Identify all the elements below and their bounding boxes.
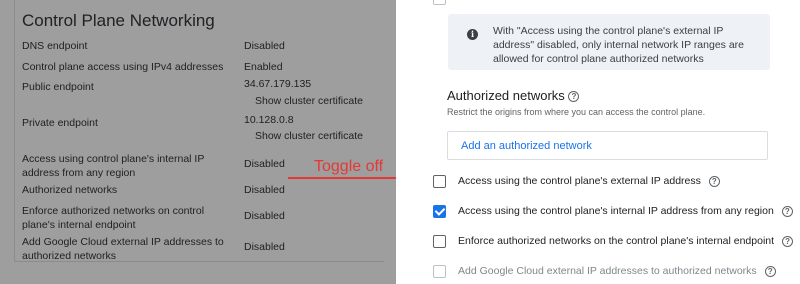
enforce-networks-value: Disabled — [244, 210, 285, 222]
enforce-networks-checkbox-row[interactable]: Enforce authorized networks on the contr… — [433, 233, 794, 249]
section-title: Control Plane Networking — [22, 11, 215, 30]
public-endpoint-label: Public endpoint — [22, 81, 94, 93]
external-ip-checkbox-label: Access using the control plane's externa… — [458, 175, 701, 187]
add-authorized-network-button[interactable]: Add an authorized network — [447, 131, 768, 160]
info-banner-text: With "Access using the control plane's e… — [493, 25, 745, 65]
show-certificate-link[interactable]: Show cluster certificate — [255, 130, 363, 142]
gcp-ip-checkbox-label: Add Google Cloud external IP addresses t… — [458, 265, 757, 277]
ipv4-access-label: Control plane access using IPv4 addresse… — [22, 61, 224, 73]
show-certificate-link[interactable]: Show cluster certificate — [255, 95, 363, 107]
private-endpoint-value: 10.128.0.8 — [244, 114, 294, 126]
gcp-ip-checkbox — [433, 264, 446, 278]
gcp-ip-label: Add Google Cloud external IP addresses t… — [22, 236, 224, 262]
help-icon[interactable]: ? — [708, 175, 720, 187]
authorized-networks-title: Authorized networks — [447, 88, 565, 103]
enforce-networks-checkbox-label: Enforce authorized networks on the contr… — [458, 235, 775, 247]
help-icon[interactable]: ? — [568, 91, 580, 103]
help-icon[interactable]: ? — [764, 265, 776, 277]
add-authorized-network-label: Add an authorized network — [461, 140, 592, 152]
gcp-ip-value: Disabled — [244, 241, 285, 253]
external-ip-checkbox[interactable] — [433, 174, 446, 188]
authorized-networks-label: Authorized networks — [22, 184, 118, 196]
dns-endpoint-value: Disabled — [244, 40, 285, 52]
gcp-ip-checkbox-row: Add Google Cloud external IP addresses t… — [433, 263, 776, 279]
info-icon: i — [467, 29, 478, 40]
networking-settings-panel: i With "Access using the control plane's… — [396, 0, 800, 284]
internal-ip-checkbox-label: Access using the control plane's interna… — [458, 205, 774, 217]
ipv4-access-value: Enabled — [244, 61, 283, 73]
internal-ip-access-label: Access using control plane's internal IP… — [22, 153, 205, 179]
enforce-networks-label: Enforce authorized networks on control p… — [22, 205, 205, 231]
authorized-networks-value: Disabled — [244, 184, 285, 196]
help-icon[interactable]: ? — [782, 235, 794, 247]
authorized-networks-heading: Authorized networks ? — [447, 88, 580, 103]
internal-ip-checkbox[interactable] — [433, 204, 446, 218]
dns-endpoint-label: DNS endpoint — [22, 40, 88, 52]
external-ip-checkbox-row[interactable]: Access using the control plane's externa… — [433, 173, 720, 189]
help-icon[interactable]: ? — [781, 205, 793, 217]
cluster-details-panel: Control Plane Networking DNS endpoint Di… — [0, 0, 396, 284]
authorized-networks-description: Restrict the origins from where you can … — [447, 107, 706, 117]
internal-ip-access-value: Disabled — [244, 158, 285, 170]
private-endpoint-label: Private endpoint — [22, 117, 98, 129]
internal-ip-checkbox-row[interactable]: Access using the control plane's interna… — [433, 203, 793, 219]
enforce-networks-checkbox[interactable] — [433, 234, 446, 248]
info-banner: i With "Access using the control plane's… — [448, 14, 770, 70]
partial-checkbox[interactable] — [433, 0, 446, 5]
public-endpoint-value: 34.67.179.135 — [244, 78, 312, 90]
